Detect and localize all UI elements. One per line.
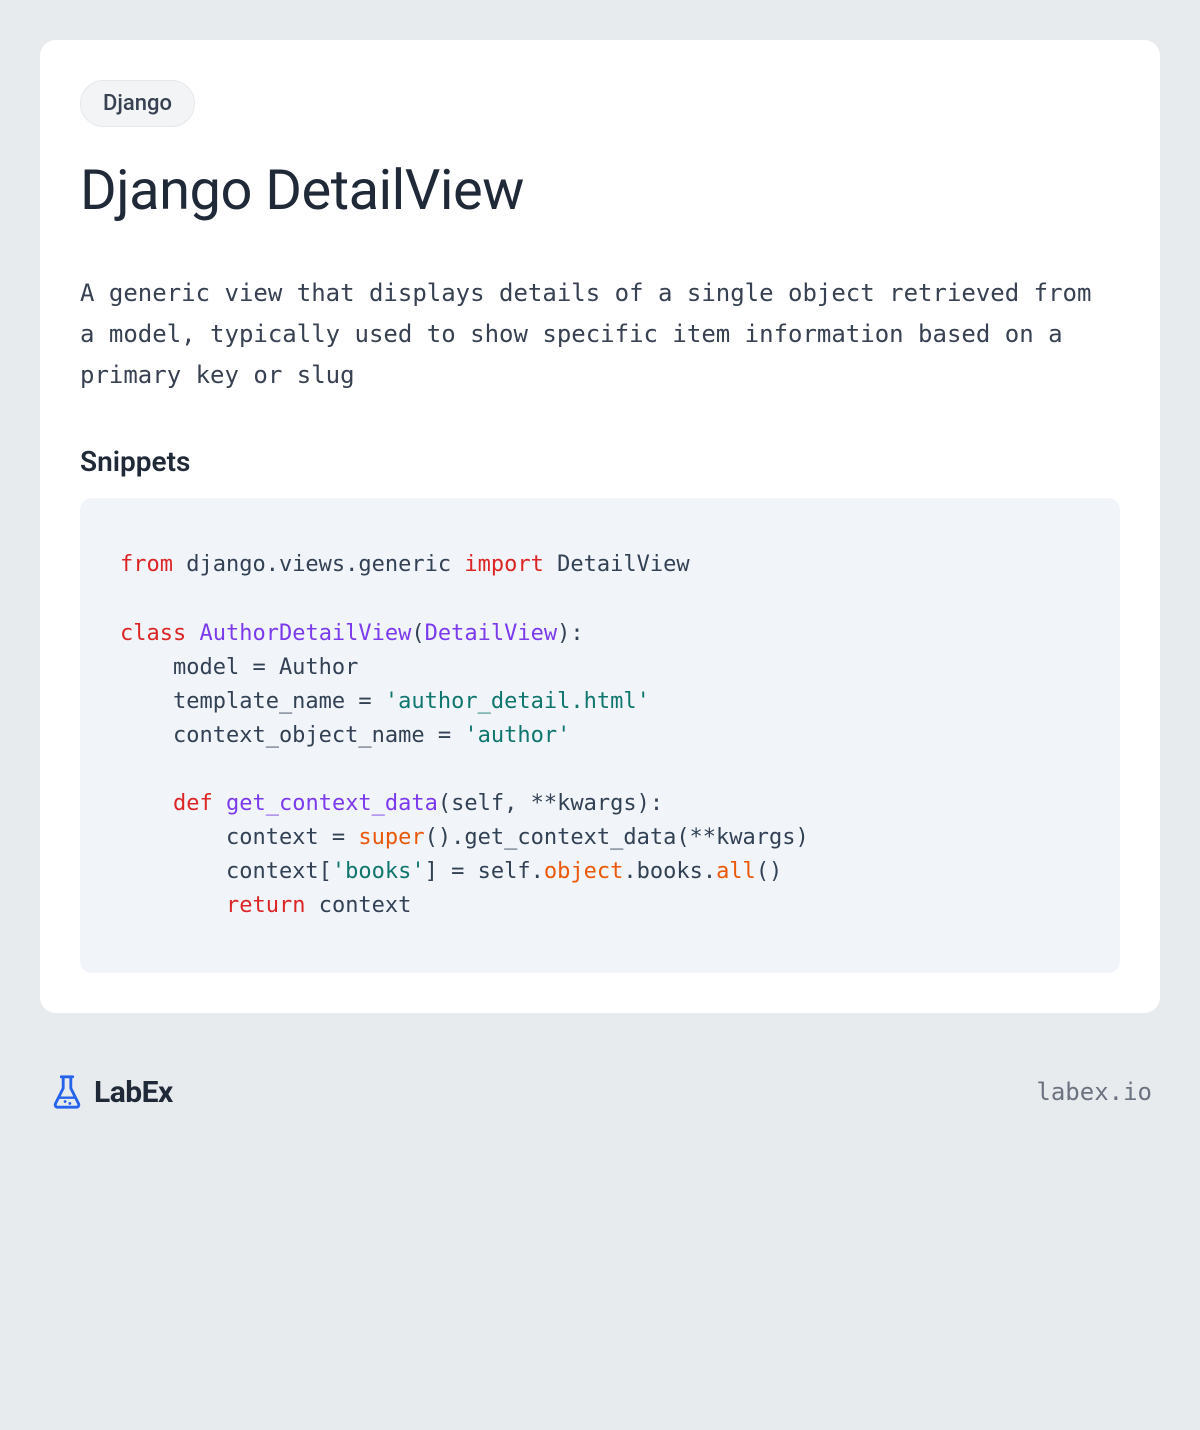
code-block: from django.views.generic import DetailV… (80, 498, 1120, 973)
category-tag[interactable]: Django (80, 80, 195, 127)
flask-icon (48, 1073, 86, 1111)
snippets-heading: Snippets (80, 445, 1120, 478)
brand-name: LabEx (94, 1075, 173, 1110)
footer-url[interactable]: labex.io (1036, 1078, 1152, 1106)
content-card: Django Django DetailView A generic view … (40, 40, 1160, 1013)
brand-logo[interactable]: LabEx (48, 1073, 173, 1111)
footer: LabEx labex.io (40, 1073, 1160, 1111)
page-title: Django DetailView (80, 157, 1120, 223)
description-text: A generic view that displays details of … (80, 273, 1120, 395)
code-content: from django.views.generic import DetailV… (120, 548, 1080, 923)
